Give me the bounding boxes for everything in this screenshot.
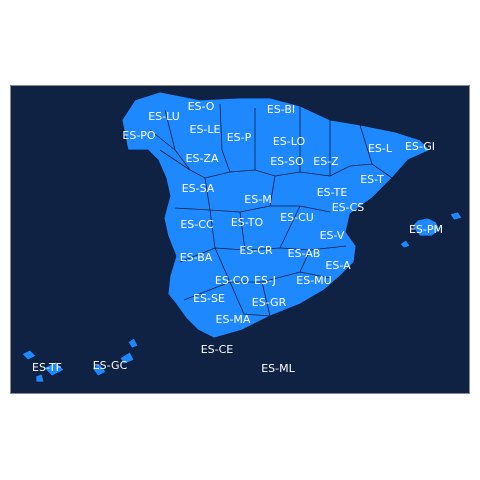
label-es-ba: ES-BA bbox=[180, 251, 213, 264]
label-es-pm: ES-PM bbox=[409, 223, 443, 236]
label-es-cu: ES-CU bbox=[280, 211, 314, 224]
label-es-mu: ES-MU bbox=[296, 274, 331, 287]
label-es-v: ES-V bbox=[320, 229, 345, 242]
label-es-tf: ES-TF bbox=[32, 361, 62, 374]
label-es-co: ES-CO bbox=[215, 274, 250, 287]
label-es-z: ES-Z bbox=[313, 155, 339, 168]
label-es-j: ES-J bbox=[254, 274, 276, 287]
label-es-to: ES-TO bbox=[231, 216, 264, 229]
label-es-le: ES-LE bbox=[190, 123, 221, 136]
label-es-cr: ES-CR bbox=[239, 244, 273, 257]
label-es-bi: ES-BI bbox=[267, 103, 295, 116]
label-es-ab: ES-AB bbox=[288, 247, 321, 260]
label-es-a: ES-A bbox=[325, 259, 351, 272]
label-es-lu: ES-LU bbox=[148, 110, 180, 123]
label-es-po: ES-PO bbox=[122, 129, 156, 142]
spain-province-map[interactable]: ES-O ES-LU ES-BI ES-LE ES-PO ES-P ES-LO … bbox=[0, 0, 480, 480]
minorca bbox=[449, 211, 463, 221]
label-es-ce: ES-CE bbox=[201, 343, 234, 356]
label-es-gi: ES-GI bbox=[405, 140, 435, 153]
label-es-te: ES-TE bbox=[317, 186, 348, 199]
label-es-gr: ES-GR bbox=[252, 296, 287, 309]
label-es-lo: ES-LO bbox=[273, 135, 306, 148]
label-es-ml: ES-ML bbox=[261, 362, 295, 375]
label-es-za: ES-ZA bbox=[186, 152, 219, 165]
ibiza bbox=[399, 239, 411, 249]
label-es-l: ES-L bbox=[368, 142, 393, 155]
label-es-cc: ES-CC bbox=[180, 218, 214, 231]
label-es-o: ES-O bbox=[188, 100, 215, 113]
label-es-sa: ES-SA bbox=[182, 182, 215, 195]
label-es-gc: ES-GC bbox=[93, 359, 128, 372]
label-es-m: ES-M bbox=[244, 193, 271, 206]
label-es-so: ES-SO bbox=[270, 155, 304, 168]
label-es-p: ES-P bbox=[227, 131, 252, 144]
label-es-t: ES-T bbox=[360, 173, 384, 186]
label-es-ma: ES-MA bbox=[216, 313, 251, 326]
label-es-cs: ES-CS bbox=[332, 201, 365, 214]
label-es-se: ES-SE bbox=[193, 292, 225, 305]
